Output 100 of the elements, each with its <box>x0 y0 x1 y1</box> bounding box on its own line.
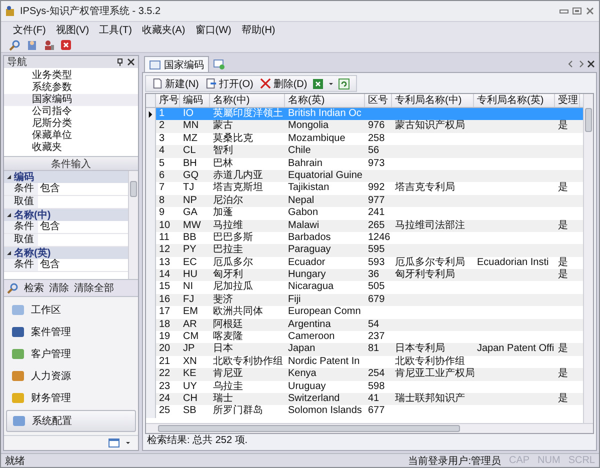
new-tab-icon[interactable] <box>213 58 225 70</box>
table-cell: NI <box>183 281 193 292</box>
action-link[interactable]: 检索 <box>24 281 44 296</box>
scrollbar[interactable] <box>128 171 138 280</box>
toolbar-button[interactable]: 删除(D) <box>258 76 310 90</box>
category-row[interactable]: 名称(英) <box>4 247 128 259</box>
expand-icon[interactable] <box>6 212 12 218</box>
category-label: 名称(中) <box>14 208 51 221</box>
menu-item[interactable]: 窗口(W) <box>195 22 232 36</box>
nav-item[interactable]: 业务类型 <box>4 70 138 82</box>
spreadsheet-icon[interactable] <box>312 78 324 90</box>
close-icon[interactable] <box>587 60 595 68</box>
search-icon[interactable] <box>9 38 21 50</box>
column-header[interactable]: 专利局名称(英) <box>474 94 555 107</box>
user-remove-icon[interactable] <box>43 38 55 50</box>
module-button[interactable]: 案件管理 <box>6 322 136 342</box>
app-icon <box>5 5 17 17</box>
scrollbar[interactable] <box>146 423 593 433</box>
table-row[interactable]: 23 UY 乌拉圭 Uruguay 598 <box>146 380 583 393</box>
table-cell: 13 <box>159 256 170 268</box>
table-cell: 11 <box>159 232 170 243</box>
nav-item[interactable]: 国家编码 <box>4 94 138 106</box>
table-row[interactable]: 6 GQ 赤道几内亚 Equatorial Guine <box>146 170 583 182</box>
scrollbar[interactable] <box>583 94 593 423</box>
table-cell: Japan <box>288 343 316 354</box>
module-button[interactable]: 工作区 <box>6 300 136 320</box>
column-header[interactable]: 编码 <box>180 94 210 107</box>
table-cell: Mozambique <box>288 132 346 144</box>
menu-item[interactable]: 工具(T) <box>99 22 132 36</box>
table-cell: 9 <box>159 207 165 218</box>
menu-item[interactable]: 收藏夹(A) <box>142 22 186 36</box>
property-field[interactable]: 包含 <box>38 221 128 233</box>
category-row[interactable]: 编码 <box>4 171 128 183</box>
document-tab[interactable]: 国家编码 <box>144 56 209 72</box>
table-cell: Hungary <box>288 269 326 280</box>
close-icon[interactable] <box>127 58 135 66</box>
menu-item[interactable]: 帮助(H) <box>241 22 276 36</box>
nav-item[interactable]: 系统参数 <box>4 82 138 94</box>
table-row[interactable]: 5 BH 巴林 Bahrain 973 <box>146 158 583 170</box>
menu-item[interactable]: 视图(V) <box>56 22 90 36</box>
table-cell: 是 <box>558 269 568 280</box>
close-icon[interactable] <box>60 38 72 50</box>
property-field[interactable]: 包含 <box>38 183 128 195</box>
table-cell: 巴拉圭 <box>213 244 243 256</box>
module-button[interactable]: 系统配置 <box>6 410 136 432</box>
action-link[interactable]: 清除全部 <box>74 281 114 296</box>
table-row[interactable]: 12 PY 巴拉圭 Paraguay 595 <box>146 244 583 257</box>
nav-item[interactable]: 尼斯分类 <box>4 118 138 130</box>
table-cell: 瑞士 <box>213 392 233 404</box>
column-header[interactable]: 名称(英) <box>285 94 365 107</box>
table-cell: 北欧专利协作组 <box>395 356 465 367</box>
table-cell: FJ <box>183 294 194 305</box>
category-row[interactable]: 名称(中) <box>4 209 128 221</box>
column-header[interactable]: 序号 <box>156 94 180 107</box>
table-cell: 14 <box>159 269 170 280</box>
table-cell: 匈牙利 <box>213 269 243 280</box>
toolbar-button[interactable]: 新建(N) <box>150 76 201 90</box>
table-cell: Nordic Patent In <box>288 356 360 367</box>
property-label: 条件 <box>4 183 38 195</box>
expand-icon[interactable] <box>6 250 12 256</box>
table-cell: Fiji <box>288 294 301 305</box>
table-row[interactable]: 14 HU 匈牙利 Hungary 36 匈牙利专利局 是 <box>146 269 583 282</box>
table-cell: 593 <box>368 256 385 268</box>
refresh-icon[interactable] <box>338 78 350 90</box>
table-row[interactable]: 4 CL 智利 Chile 56 <box>146 145 583 158</box>
restore-icon[interactable] <box>572 7 582 15</box>
table-row[interactable]: 8 NP 尼泊尔 Nepal 977 <box>146 194 583 208</box>
table-row[interactable]: 20 JP 日本 Japan 81 日本专利局 Japan Patent Offi 是 <box>146 343 583 356</box>
menu-item[interactable]: 文件(F) <box>13 22 46 36</box>
table-cell: UY <box>183 380 197 392</box>
column-header[interactable]: 受理 <box>555 94 580 107</box>
toolbar-button[interactable]: 打开(O) <box>204 76 256 90</box>
table-cell: GA <box>183 207 198 218</box>
pin-icon[interactable] <box>116 58 124 66</box>
nav-item[interactable]: 公司指令 <box>4 106 138 118</box>
column-header[interactable]: 名称(中) <box>210 94 285 107</box>
property-label: 取值 <box>4 234 38 246</box>
current-row-icon <box>148 110 153 118</box>
search-icon[interactable] <box>7 282 19 294</box>
table-row[interactable]: 18 AR 阿根廷 Argentina 54 <box>146 318 583 332</box>
table-cell: IO <box>183 108 194 119</box>
table-cell: 北欧专利协作组 <box>213 356 283 367</box>
column-header[interactable]: 专利局名称(中) <box>392 94 474 107</box>
module-button[interactable]: 财务管理 <box>6 388 136 408</box>
minimize-icon[interactable] <box>559 7 569 15</box>
module-button[interactable]: 客户管理 <box>6 344 136 364</box>
expand-icon[interactable] <box>6 174 12 180</box>
table-cell: 17 <box>159 306 170 318</box>
table-cell: Equatorial Guine <box>288 170 362 181</box>
scroll-left-icon[interactable] <box>567 60 575 68</box>
nav-item[interactable]: 保藏单位 <box>4 130 138 142</box>
module-button[interactable]: 人力资源 <box>6 366 136 386</box>
scroll-right-icon[interactable] <box>577 60 585 68</box>
property-field[interactable]: 包含 <box>38 259 128 271</box>
table-cell: 20 <box>159 343 170 354</box>
action-link[interactable]: 清除 <box>49 281 69 296</box>
property-label: 取值 <box>4 196 38 208</box>
window-icon[interactable] <box>108 437 120 450</box>
column-header[interactable]: 区号 <box>365 94 392 107</box>
nav-item[interactable]: 收藏夹 <box>4 142 138 154</box>
